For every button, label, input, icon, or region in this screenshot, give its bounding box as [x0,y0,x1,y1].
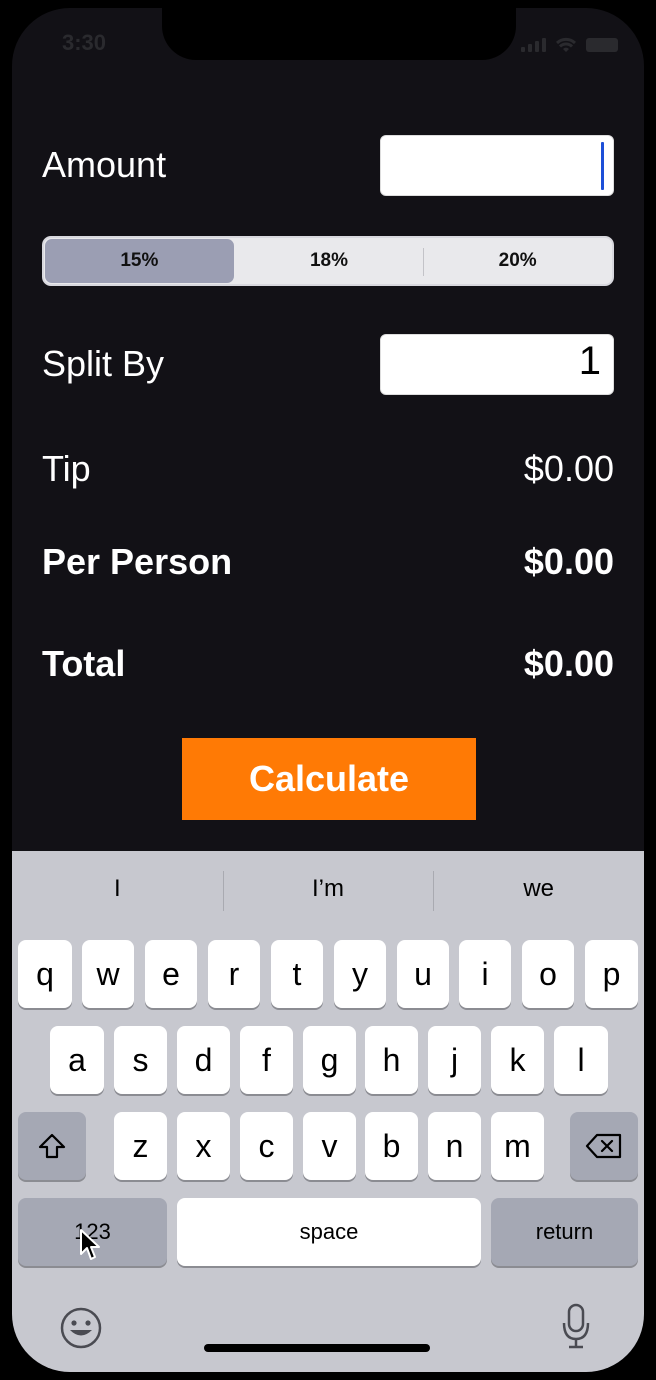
per-person-label: Per Person [42,541,233,582]
tip-value: $0.00 [523,448,614,489]
key-g[interactable]: g [303,1026,356,1094]
key-m[interactable]: m [491,1112,544,1180]
shift-arrow-icon [38,1133,66,1159]
suggestion-item[interactable]: we [433,851,644,927]
suggestion-item[interactable]: I [12,851,223,927]
return-key[interactable]: return [491,1198,638,1266]
tip-option-18-label: 18% [309,250,349,271]
key-y[interactable]: y [334,940,386,1008]
key-w[interactable]: w [82,940,134,1008]
mouse-pointer-icon [80,1229,100,1260]
key-c[interactable]: c [240,1112,293,1180]
space-key[interactable]: space [177,1198,481,1266]
key-k[interactable]: k [491,1026,544,1094]
status-time: 3:30 [62,30,107,55]
key-d[interactable]: d [177,1026,230,1094]
key-e[interactable]: e [145,940,197,1008]
suggestion-divider [433,871,435,911]
notch [162,8,516,60]
key-q[interactable]: q [18,940,72,1008]
suggestion-bar: I I’m we [12,851,644,927]
split-by-label: Split By [42,343,165,384]
key-i[interactable]: i [459,940,511,1008]
key-u[interactable]: u [397,940,449,1008]
suggestion-label: I’m [312,875,344,902]
cellular-signal-icon [521,38,546,52]
status-icons [521,36,618,54]
total-value: $0.00 [523,643,614,684]
microphone-icon[interactable] [560,1303,592,1351]
amount-label: Amount [42,144,167,185]
key-h[interactable]: h [365,1026,418,1094]
shift-key[interactable] [18,1112,86,1180]
split-by-input[interactable]: 1 [380,334,614,395]
key-v[interactable]: v [303,1112,356,1180]
amount-input[interactable] [380,135,614,196]
suggestion-divider [222,871,224,911]
key-l[interactable]: l [554,1026,608,1094]
key-b[interactable]: b [365,1112,418,1180]
key-p[interactable]: p [585,940,638,1008]
app-screen: 3:30 Amount 15% 18% 20% Split By 1 Tip $… [12,8,644,1372]
text-cursor [601,142,604,190]
wifi-icon [555,37,577,52]
backspace-icon [585,1133,622,1159]
tip-option-18[interactable]: 18% [235,238,424,284]
key-z[interactable]: z [114,1112,167,1180]
tip-percentage-segmented-control[interactable]: 15% 18% 20% [42,236,614,286]
key-n[interactable]: n [428,1112,481,1180]
phone-frame: 3:30 Amount 15% 18% 20% Split By 1 Tip $… [0,0,656,1380]
key-x[interactable]: x [177,1112,230,1180]
key-a[interactable]: a [50,1026,104,1094]
home-indicator[interactable] [204,1344,430,1352]
tip-label: Tip [42,448,91,489]
key-o[interactable]: o [522,940,574,1008]
segment-divider [423,248,425,276]
key-r[interactable]: r [208,940,260,1008]
tip-option-15[interactable]: 15% [45,239,234,283]
key-s[interactable]: s [114,1026,167,1094]
calculate-button[interactable]: Calculate [182,738,476,820]
total-label: Total [42,643,126,684]
keyboard: I I’m we q w e r t y u i o p a s d f g h… [12,851,644,1372]
tip-option-20[interactable]: 20% [423,238,612,284]
tip-option-20-label: 20% [498,250,537,271]
suggestion-item[interactable]: I’m [222,851,434,927]
key-f[interactable]: f [240,1026,293,1094]
per-person-value: $0.00 [523,541,614,582]
split-by-value: 1 [578,339,601,383]
emoji-icon[interactable] [60,1307,102,1349]
delete-key[interactable] [570,1112,638,1180]
battery-icon [586,38,618,52]
key-j[interactable]: j [428,1026,481,1094]
key-t[interactable]: t [271,940,323,1008]
suggestion-label: we [523,875,555,902]
